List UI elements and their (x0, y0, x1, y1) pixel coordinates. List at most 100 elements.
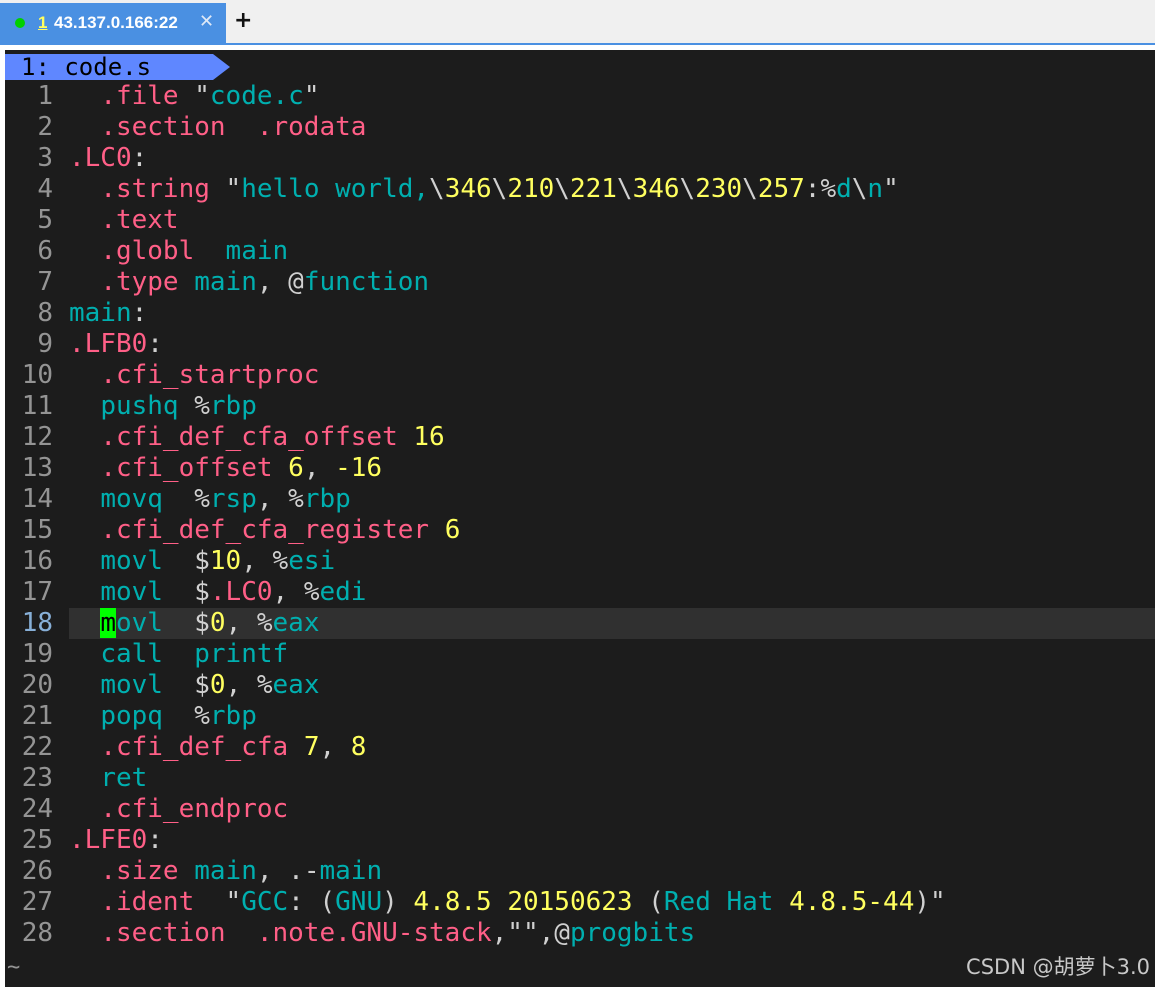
line-number: 25 (21, 825, 53, 855)
code-line[interactable]: 5 .text (5, 205, 1155, 236)
code-line[interactable]: 15 .cfi_def_cfa_register 6 (5, 515, 1155, 546)
code-line[interactable]: 17 movl $.LC0, %edi (5, 577, 1155, 608)
code-text: call printf (69, 639, 1155, 670)
token: " (209, 174, 242, 204)
line-number: 11 (21, 391, 53, 421)
code-line[interactable]: 2 .section .rodata (5, 112, 1155, 143)
token: main (194, 856, 257, 886)
token: progbits (569, 918, 696, 948)
token: .LFB0 (69, 329, 148, 359)
code-line[interactable]: 6 .globl main (5, 236, 1155, 267)
token: esi (288, 546, 336, 576)
token: pushq (100, 391, 179, 421)
code-text: .cfi_endproc (69, 794, 1155, 825)
token: movl (100, 670, 163, 700)
code-line[interactable]: 22 .cfi_def_cfa 7, 8 (5, 732, 1155, 763)
token: 0 (209, 608, 226, 638)
code-line[interactable]: 19 call printf (5, 639, 1155, 670)
code-line[interactable]: 12 .cfi_def_cfa_offset 16 (5, 422, 1155, 453)
code-line[interactable]: 11 pushq %rbp (5, 391, 1155, 422)
code-line[interactable]: 8 main: (5, 298, 1155, 329)
token: 7 (303, 732, 320, 762)
empty-line-marker: ~ (7, 955, 21, 980)
token: movl (100, 546, 163, 576)
code-line[interactable]: 16 movl $10, %esi (5, 546, 1155, 577)
token: .cfi_def_cfa (100, 732, 289, 762)
code-text: .string "hello world,\346\210\221\346\23… (69, 174, 1155, 205)
code-text: .cfi_startproc (69, 360, 1155, 391)
line-number: 9 (37, 329, 53, 359)
code-line[interactable]: 18 movl $0, %eax (5, 608, 1155, 639)
token: 346 (444, 174, 492, 204)
token: , .- (256, 856, 320, 886)
token: .cfi_offset (100, 453, 273, 483)
token: rbp (303, 484, 351, 514)
token: \ (679, 174, 696, 204)
line-number: 12 (21, 422, 53, 452)
code-line[interactable]: 7 .type main, @function (5, 267, 1155, 298)
code-line[interactable]: 21 popq %rbp (5, 701, 1155, 732)
code-line[interactable]: 9 .LFB0: (5, 329, 1155, 360)
line-number: 18 (21, 608, 53, 638)
token: : (131, 298, 148, 328)
token: .file (100, 81, 179, 111)
token: % (178, 391, 210, 421)
token: \ (742, 174, 758, 204)
code-line[interactable]: 1 .file "code.c" (5, 81, 1155, 112)
token: Red Hat (663, 887, 774, 917)
tab-host-label: 43.137.0.166:22 (54, 13, 178, 32)
token: d (836, 174, 852, 204)
code-text: .ident "GCC: (GNU) 4.8.5 20150623 (Red H… (69, 887, 1155, 918)
line-number: 16 (21, 546, 53, 576)
token: 221 (569, 174, 617, 204)
code-line[interactable]: 24 .cfi_endproc (5, 794, 1155, 825)
token: .globl (100, 236, 195, 266)
token: $ (162, 577, 210, 607)
vim-buffer-line: 1: code.s (5, 54, 1155, 80)
code-line[interactable]: 28 .section .note.GNU-stack,"",@progbits (5, 918, 1155, 949)
token: :% (804, 174, 837, 204)
code-line[interactable]: 13 .cfi_offset 6, -16 (5, 453, 1155, 484)
tab-number: 1 (38, 13, 48, 32)
token: 257 (757, 174, 805, 204)
token: , % (225, 670, 273, 700)
code-text: .type main, @function (69, 267, 1155, 298)
code-text: movl $0, %eax (69, 608, 1155, 639)
code-line[interactable]: 4 .string "hello world,\346\210\221\346\… (5, 174, 1155, 205)
code-text: movl $0, %eax (69, 670, 1155, 701)
line-number: 1 (37, 81, 53, 111)
code-line[interactable]: 23 ret (5, 763, 1155, 794)
line-number: 26 (21, 856, 53, 886)
new-tab-button[interactable]: + (234, 8, 252, 33)
code-line[interactable]: 26 .size main, .-main (5, 856, 1155, 887)
code-line[interactable]: 14 movq %rsp, %rbp (5, 484, 1155, 515)
buffer-name[interactable]: 1: code.s (5, 54, 213, 80)
tab-ssh-session[interactable]: 1 43.137.0.166:22 ✕ (0, 3, 226, 43)
code-line[interactable]: 25 .LFE0: (5, 825, 1155, 856)
code-text: .cfi_def_cfa_offset 16 (69, 422, 1155, 453)
code-line[interactable]: 20 movl $0, %eax (5, 670, 1155, 701)
code-text: .cfi_def_cfa_register 6 (69, 515, 1155, 546)
close-tab-icon[interactable]: ✕ (199, 11, 214, 32)
code-line[interactable]: 27 .ident "GCC: (GNU) 4.8.5 20150623 (Re… (5, 887, 1155, 918)
terminal-window[interactable]: 1: code.s 1 .file "code.c" 2 .section .ro… (5, 50, 1155, 987)
code-line[interactable]: 3 .LC0: (5, 143, 1155, 174)
code-text: pushq %rbp (69, 391, 1155, 422)
code-editor[interactable]: 1 .file "code.c" 2 .section .rodata 3 .LC0:… (5, 81, 1155, 949)
line-number: 20 (21, 670, 53, 700)
token: $ (162, 546, 210, 576)
line-number: 24 (21, 794, 53, 824)
code-line[interactable]: 10 .cfi_startproc (5, 360, 1155, 391)
token: " (883, 174, 899, 204)
